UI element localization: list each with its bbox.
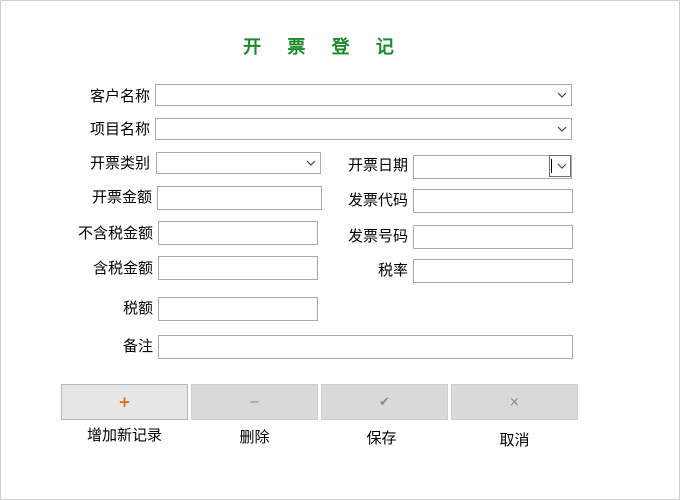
amount-label: 开票金额	[91, 188, 152, 206]
invoice-number-label: 发票号码	[347, 227, 408, 245]
tax-rate-input[interactable]	[414, 260, 572, 283]
invoice-number-input[interactable]	[414, 226, 572, 249]
remarks-field[interactable]	[158, 335, 573, 359]
invoice-code-field[interactable]	[413, 189, 573, 213]
text-cursor	[551, 159, 552, 173]
cancel-label[interactable]: 取消	[451, 429, 578, 450]
amount-inc-tax-label: 含税金额	[92, 259, 153, 277]
check-icon: ✔	[379, 394, 390, 410]
remarks-label: 备注	[122, 337, 153, 355]
invoice-date-input[interactable]	[414, 156, 549, 179]
chevron-down-icon[interactable]	[304, 153, 318, 173]
date-dropdown-button[interactable]	[549, 155, 571, 177]
add-record-button[interactable]: +	[61, 384, 188, 420]
invoice-number-field[interactable]	[413, 225, 573, 249]
amount-inc-tax-field[interactable]	[158, 256, 318, 280]
project-combo[interactable]	[155, 118, 572, 141]
close-icon: ×	[509, 394, 520, 410]
project-input[interactable]	[156, 120, 571, 141]
amount-ex-tax-label: 不含税金额	[77, 224, 153, 242]
invoice-code-input[interactable]	[414, 190, 572, 213]
project-label: 项目名称	[89, 120, 150, 138]
invoice-date-label: 开票日期	[347, 156, 408, 174]
tax-rate-field[interactable]	[413, 259, 573, 283]
tax-amount-label: 税额	[122, 299, 153, 317]
tax-amount-field[interactable]	[158, 297, 318, 321]
invoice-type-label: 开票类别	[89, 154, 150, 172]
tax-rate-label: 税率	[377, 261, 408, 279]
remarks-input[interactable]	[159, 336, 572, 359]
invoice-code-label: 发票代码	[347, 191, 408, 209]
save-button[interactable]: ✔	[321, 384, 448, 420]
customer-combo[interactable]	[155, 84, 572, 107]
minus-icon: −	[249, 394, 260, 410]
delete-label[interactable]: 删除	[191, 426, 318, 447]
customer-label: 客户名称	[89, 87, 150, 105]
amount-ex-tax-field[interactable]	[158, 221, 318, 245]
invoice-type-combo[interactable]	[156, 152, 321, 175]
chevron-down-icon[interactable]	[555, 157, 569, 175]
amount-ex-tax-input[interactable]	[159, 222, 317, 245]
chevron-down-icon[interactable]	[555, 85, 569, 105]
amount-input[interactable]	[158, 187, 321, 210]
add-record-label[interactable]: 增加新记录	[61, 424, 188, 445]
page-title: 开 票 登 记	[243, 37, 404, 58]
delete-button[interactable]: −	[191, 384, 318, 420]
chevron-down-icon[interactable]	[555, 119, 569, 139]
save-label[interactable]: 保存	[318, 427, 445, 448]
cancel-button[interactable]: ×	[451, 384, 578, 420]
amount-field[interactable]	[157, 186, 322, 210]
plus-icon: +	[118, 393, 131, 411]
invoice-date-picker[interactable]	[413, 155, 572, 179]
tax-amount-input[interactable]	[159, 298, 317, 321]
amount-inc-tax-input[interactable]	[159, 257, 317, 280]
customer-input[interactable]	[156, 86, 571, 107]
invoice-type-input[interactable]	[157, 154, 320, 175]
